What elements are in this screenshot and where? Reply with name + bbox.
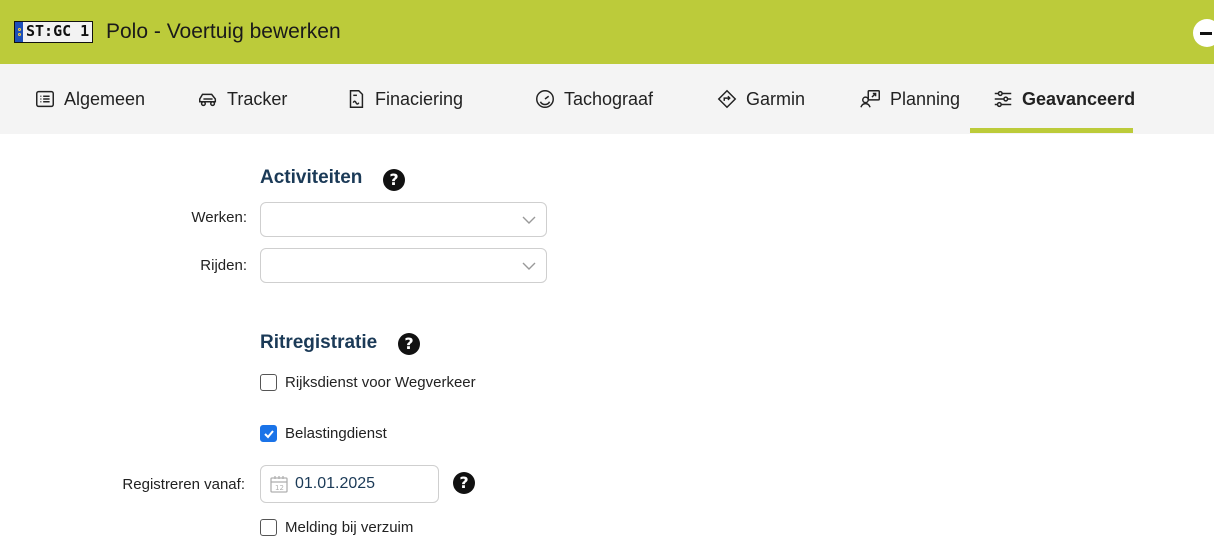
checkbox-belastingdienst[interactable]: Belastingdienst — [260, 425, 387, 442]
tab-label: Planning — [890, 88, 961, 109]
checkbox-box[interactable] — [260, 425, 277, 442]
section-title-activiteiten: Activiteiten — [260, 167, 363, 188]
tab-algemeen[interactable]: Algemeen — [34, 64, 145, 134]
active-tab-indicator — [970, 128, 1133, 133]
registreren-date-field[interactable]: 12 — [260, 465, 439, 503]
title-bar: ST:GC 1 Polo - Voertuig bewerken — [0, 0, 1214, 64]
registreren-label: Registreren vanaf: — [122, 476, 245, 493]
help-icon[interactable]: ? — [398, 333, 420, 355]
tab-garmin[interactable]: Garmin — [716, 64, 805, 134]
tab-label: Geavanceerd — [1022, 88, 1136, 109]
checkbox-label: Rijksdienst voor Wegverkeer — [285, 374, 476, 391]
close-button[interactable] — [1193, 19, 1214, 47]
sliders-icon — [994, 90, 1012, 108]
document-icon — [349, 90, 364, 108]
tab-label: Tachograaf — [564, 88, 654, 109]
license-plate: ST:GC 1 — [14, 21, 94, 43]
section-title-ritregistratie: Ritregistratie — [260, 332, 378, 353]
rijden-label: Rijden: — [200, 257, 247, 274]
checkbox-melding[interactable]: Melding bij verzuim — [260, 519, 413, 536]
window-title: Polo - Voertuig bewerken — [106, 20, 341, 43]
chevron-down-icon — [522, 216, 536, 224]
werken-label: Werken: — [191, 209, 247, 226]
checkmark-icon — [263, 429, 274, 438]
navigation-icon — [717, 89, 737, 109]
tab-label: Algemeen — [64, 88, 146, 109]
checkbox-rijksdienst[interactable]: Rijksdienst voor Wegverkeer — [260, 374, 476, 391]
tab-planning[interactable]: Planning — [860, 64, 960, 134]
registreren-date-input[interactable] — [295, 475, 425, 493]
tab-geavanceerd[interactable]: Geavanceerd — [992, 64, 1135, 134]
chevron-down-icon — [522, 262, 536, 270]
gauge-icon — [536, 90, 554, 108]
tab-label: Garmin — [746, 88, 806, 109]
list-icon — [36, 90, 54, 108]
checkbox-label: Melding bij verzuim — [285, 519, 414, 536]
svg-text:12: 12 — [275, 484, 284, 492]
checkbox-box[interactable] — [260, 374, 277, 391]
werken-select[interactable] — [260, 202, 547, 237]
calendar-icon: 12 — [270, 476, 288, 493]
help-icon[interactable]: ? — [383, 169, 405, 191]
tab-tachograaf[interactable]: Tachograaf — [534, 64, 653, 134]
checkbox-box[interactable] — [260, 519, 277, 536]
checkbox-label: Belastingdienst — [285, 425, 387, 442]
rijden-select[interactable] — [260, 248, 547, 283]
license-plate-text: ST:GC 1 — [26, 22, 90, 40]
tab-label: Finaciering — [375, 88, 464, 109]
car-icon — [199, 93, 217, 107]
tab-finaciering[interactable]: Finaciering — [345, 64, 463, 134]
tab-bar: Algemeen Tracker Finaciering Tachograaf … — [0, 64, 1214, 134]
tab-label: Tracker — [227, 88, 288, 109]
planning-icon — [860, 90, 880, 108]
help-icon[interactable]: ? — [453, 472, 475, 494]
eu-flag-icon — [15, 22, 23, 42]
tab-tracker[interactable]: Tracker — [197, 64, 287, 134]
